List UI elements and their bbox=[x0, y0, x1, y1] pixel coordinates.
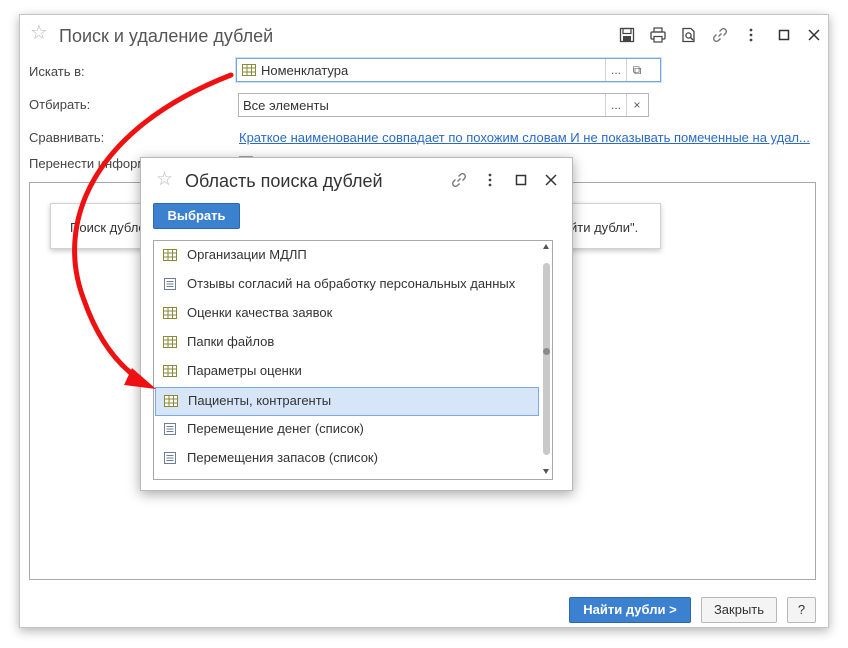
list-item[interactable]: Параметры оценки bbox=[154, 357, 539, 386]
list-item-label: Оценки качества заявок bbox=[187, 305, 333, 320]
list-item[interactable]: Перемещения запасов (список) bbox=[154, 444, 539, 473]
list-item[interactable]: Перемещение денег (список) bbox=[154, 415, 539, 444]
document-icon bbox=[163, 452, 177, 464]
close-icon[interactable] bbox=[542, 171, 560, 189]
scroll-thumb[interactable] bbox=[543, 263, 550, 455]
list-scrollbar[interactable] bbox=[540, 241, 552, 479]
more-menu-icon[interactable] bbox=[742, 26, 760, 44]
link-icon[interactable] bbox=[450, 171, 468, 189]
table-icon bbox=[164, 395, 178, 407]
info-text-left: Поиск дубле bbox=[70, 220, 146, 235]
window-title-bar: ☆ Поиск и удаление дублей bbox=[20, 15, 828, 55]
filter-label: Отбирать: bbox=[29, 97, 91, 112]
list-item-label: Отзывы согласий на обработку персональны… bbox=[187, 276, 516, 291]
compare-rules-link[interactable]: Краткое наименование совпадает по похожи… bbox=[239, 130, 813, 146]
maximize-icon[interactable] bbox=[512, 171, 530, 189]
list-item-label: Параметры оценки bbox=[187, 363, 302, 378]
table-icon bbox=[242, 64, 256, 76]
list-item-label: Пациенты, контрагенты bbox=[188, 393, 332, 408]
list-item[interactable]: Папки файлов bbox=[154, 328, 539, 357]
search-in-label: Искать в: bbox=[29, 64, 85, 79]
save-icon[interactable] bbox=[618, 26, 636, 44]
list-item[interactable]: Оценки качества заявок bbox=[154, 299, 539, 328]
search-in-field[interactable]: Номенклатура ... ⧉ bbox=[236, 58, 661, 82]
document-icon bbox=[163, 423, 177, 435]
link-icon[interactable] bbox=[711, 26, 729, 44]
scope-list[interactable]: Организации МДЛП Отзывы согласий на обраб… bbox=[153, 240, 553, 480]
favorite-star-icon[interactable]: ☆ bbox=[30, 23, 48, 43]
table-icon bbox=[163, 307, 177, 319]
filter-field[interactable]: Все элементы ... × bbox=[238, 93, 649, 117]
search-scope-dialog: ☆ Область поиска дублей Выбрать Организа… bbox=[140, 157, 573, 491]
favorite-star-icon[interactable]: ☆ bbox=[156, 170, 173, 190]
close-button[interactable]: Закрыть bbox=[701, 597, 777, 623]
close-icon[interactable] bbox=[805, 26, 823, 44]
search-in-select-button[interactable]: ... bbox=[605, 59, 626, 81]
filter-select-button[interactable]: ... bbox=[605, 94, 626, 116]
help-button[interactable]: ? bbox=[787, 597, 816, 623]
compare-label: Сравнивать: bbox=[29, 130, 105, 145]
filter-value: Все элементы bbox=[243, 98, 329, 113]
scroll-up-icon[interactable] bbox=[543, 244, 549, 249]
list-item[interactable]: Пациенты, контрагенты bbox=[155, 387, 539, 416]
info-text-right: йти дубли". bbox=[570, 220, 639, 235]
select-button[interactable]: Выбрать bbox=[153, 203, 240, 229]
list-item-label: Папки файлов bbox=[187, 334, 275, 349]
table-icon bbox=[163, 365, 177, 377]
maximize-icon[interactable] bbox=[775, 26, 793, 44]
scroll-down-icon[interactable] bbox=[543, 469, 549, 474]
find-duplicates-button[interactable]: Найти дубли > bbox=[569, 597, 691, 623]
transfer-label: Перенести информ bbox=[29, 156, 147, 171]
filter-clear-button[interactable]: × bbox=[626, 94, 647, 116]
document-icon bbox=[163, 278, 177, 290]
more-menu-icon[interactable] bbox=[481, 171, 499, 189]
list-item[interactable]: Организации МДЛП bbox=[154, 241, 539, 270]
list-item-label: Организации МДЛП bbox=[187, 247, 307, 262]
list-item-label: Перемещение денег (список) bbox=[187, 421, 364, 436]
list-item[interactable]: Отзывы согласий на обработку персональны… bbox=[154, 270, 539, 299]
search-in-value: Номенклатура bbox=[261, 63, 349, 78]
preview-icon[interactable] bbox=[680, 26, 698, 44]
print-icon[interactable] bbox=[649, 26, 667, 44]
dialog-title: Область поиска дублей bbox=[185, 171, 383, 191]
list-item-label: Перемещения запасов (список) bbox=[187, 450, 378, 465]
window-title: Поиск и удаление дублей bbox=[59, 26, 274, 46]
table-icon bbox=[163, 336, 177, 348]
scroll-position-dot bbox=[543, 348, 550, 355]
open-icon[interactable]: ⧉ bbox=[626, 59, 647, 81]
table-icon bbox=[163, 249, 177, 261]
